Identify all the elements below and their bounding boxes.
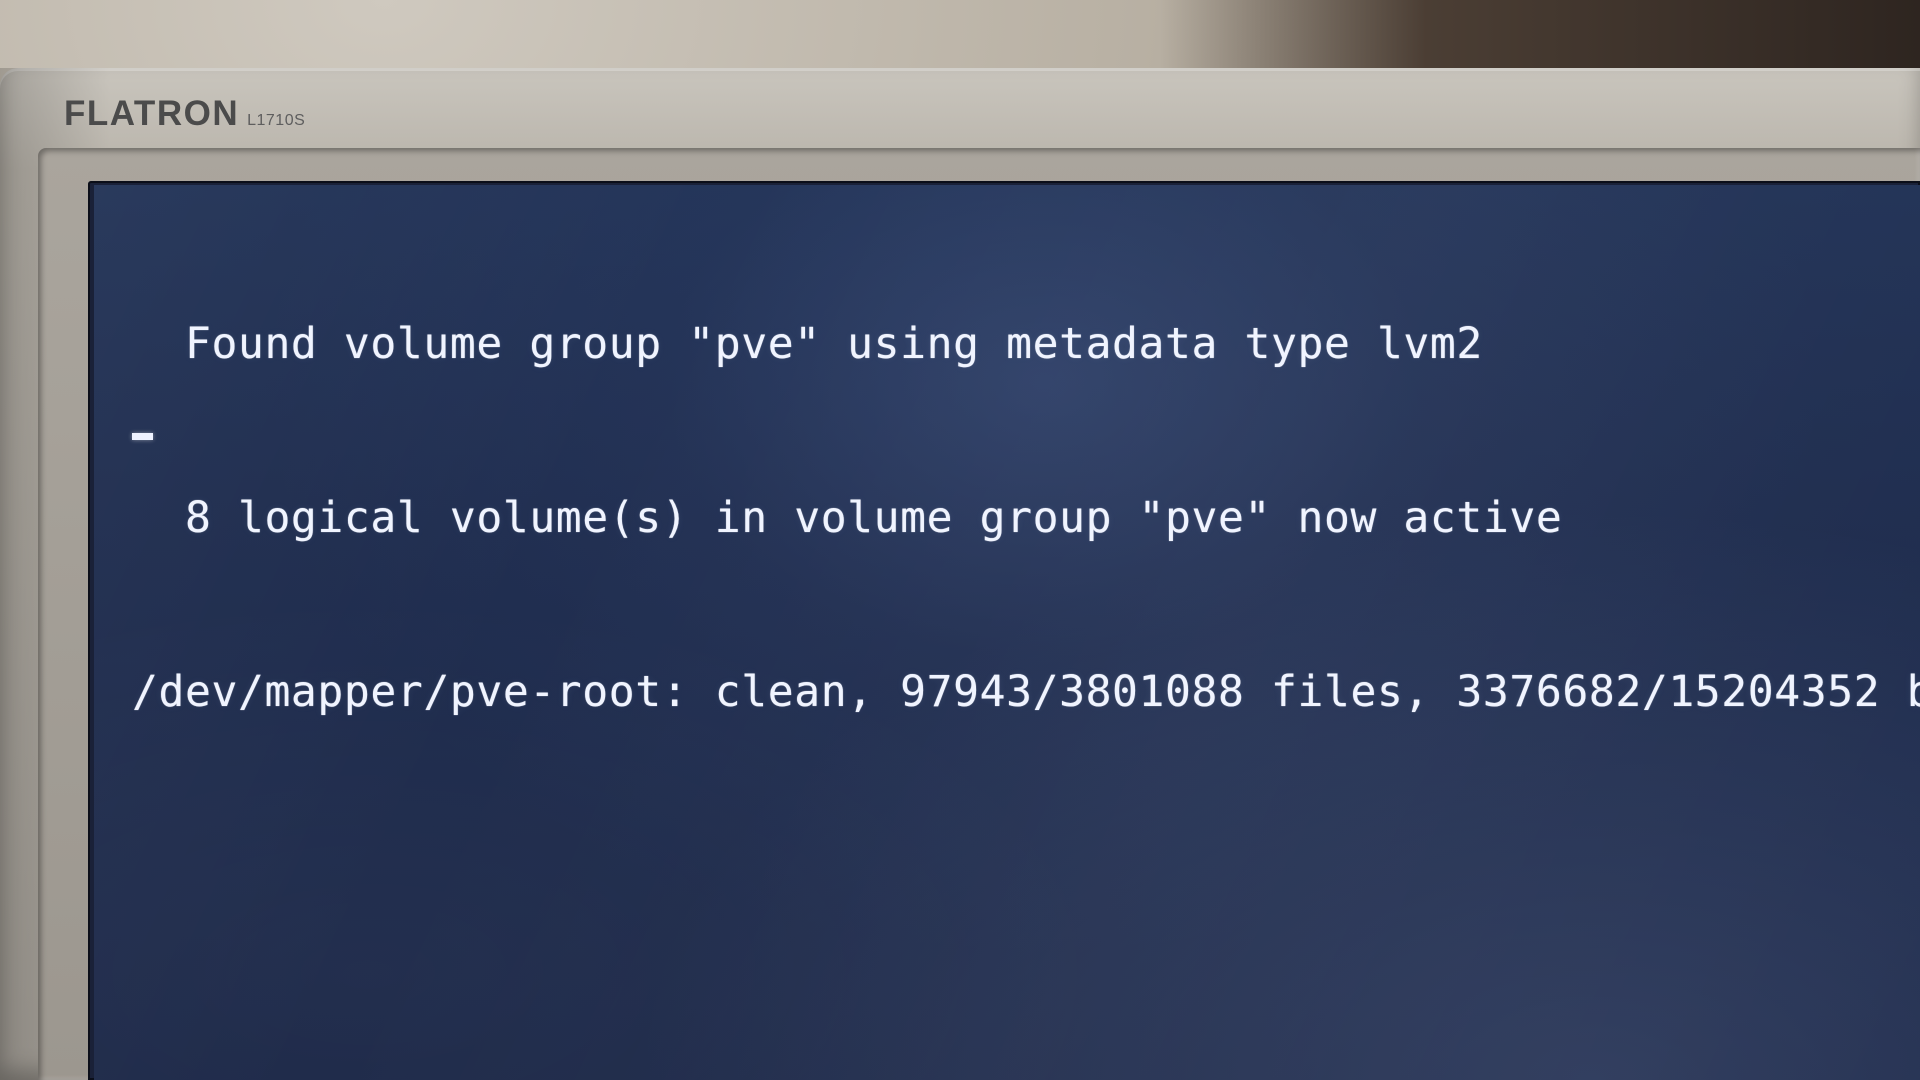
terminal-line-logical-volumes-active: 8 logical volume(s) in volume group "pve… bbox=[132, 493, 1563, 543]
brand-model: L1710S bbox=[247, 112, 306, 129]
terminal-line-volume-group-found: Found volume group "pve" using metadata … bbox=[132, 319, 1483, 369]
terminal-screen: Found volume group "pve" using metadata … bbox=[94, 185, 1920, 1080]
terminal-output: Found volume group "pve" using metadata … bbox=[132, 199, 1920, 837]
screen-frame: Found volume group "pve" using metadata … bbox=[88, 181, 1920, 1080]
brand-logo: FLATRON bbox=[64, 94, 240, 133]
text-cursor[interactable] bbox=[132, 433, 153, 440]
terminal-line-filesystem-status: /dev/mapper/pve-root: clean, 97943/38010… bbox=[132, 667, 1920, 717]
monitor-branding: FLATRON L1710S bbox=[64, 96, 305, 136]
photo-scene: FLATRON L1710S Found volume group "pve" … bbox=[0, 0, 1920, 1080]
